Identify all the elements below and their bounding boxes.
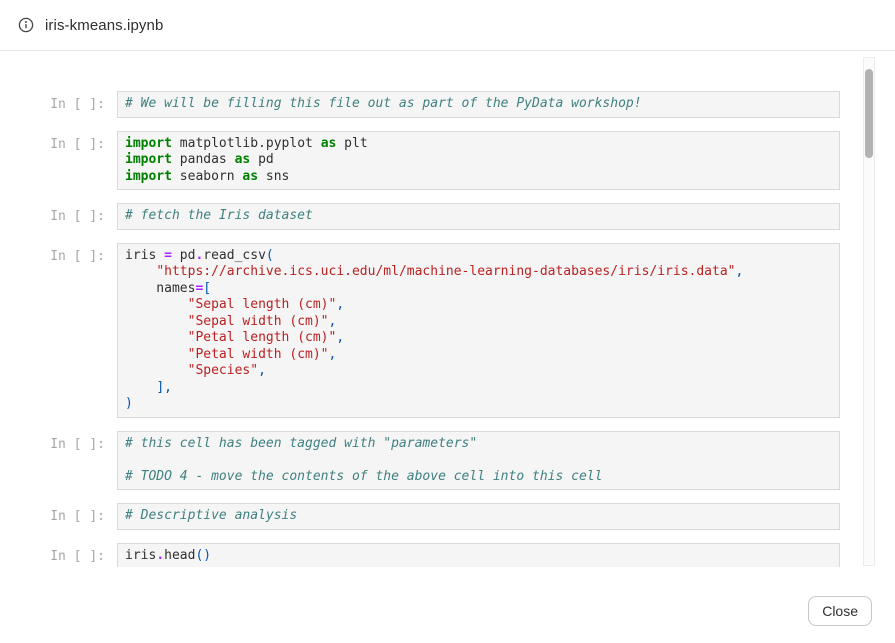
cell-prompt: In [ ]: [0,431,117,452]
cell-code: iris.head() [117,543,840,568]
file-preview-modal: iris-kmeans.ipynb In [ ]:# We will be fi… [0,0,895,51]
cell-code: # fetch the Iris dataset [117,203,840,230]
cell-code: # Descriptive analysis [117,503,840,530]
cell-code: # this cell has been tagged with "parame… [117,431,840,491]
close-button[interactable]: Close [808,596,872,626]
notebook-cell: In [ ]:# this cell has been tagged with … [0,431,840,491]
notebook-cells: In [ ]:# We will be filling this file ou… [0,51,895,567]
scrollbar-track[interactable] [863,57,875,566]
cell-code: iris = pd.read_csv( "https://archive.ics… [117,243,840,418]
cell-prompt: In [ ]: [0,543,117,564]
cell-prompt: In [ ]: [0,243,117,264]
notebook-cell: In [ ]:# fetch the Iris dataset [0,203,840,230]
notebook-cell: In [ ]:# Descriptive analysis [0,503,840,530]
cell-prompt: In [ ]: [0,91,117,112]
scrollbar-thumb[interactable] [865,69,873,158]
cell-code: # We will be filling this file out as pa… [117,91,840,118]
cell-code: import matplotlib.pyplot as pltimport pa… [117,131,840,191]
modal-header: iris-kmeans.ipynb [0,0,895,51]
file-name-title: iris-kmeans.ipynb [45,17,163,34]
notebook-cell: In [ ]:# We will be filling this file ou… [0,91,840,118]
info-icon [18,17,34,33]
notebook-cell: In [ ]:iris = pd.read_csv( "https://arch… [0,243,840,418]
notebook-cell: In [ ]:iris.head() [0,543,840,568]
cell-prompt: In [ ]: [0,503,117,524]
notebook-preview[interactable]: In [ ]:# We will be filling this file ou… [0,51,895,567]
cell-prompt: In [ ]: [0,131,117,152]
cell-prompt: In [ ]: [0,203,117,224]
notebook-cell: In [ ]:import matplotlib.pyplot as pltim… [0,131,840,191]
